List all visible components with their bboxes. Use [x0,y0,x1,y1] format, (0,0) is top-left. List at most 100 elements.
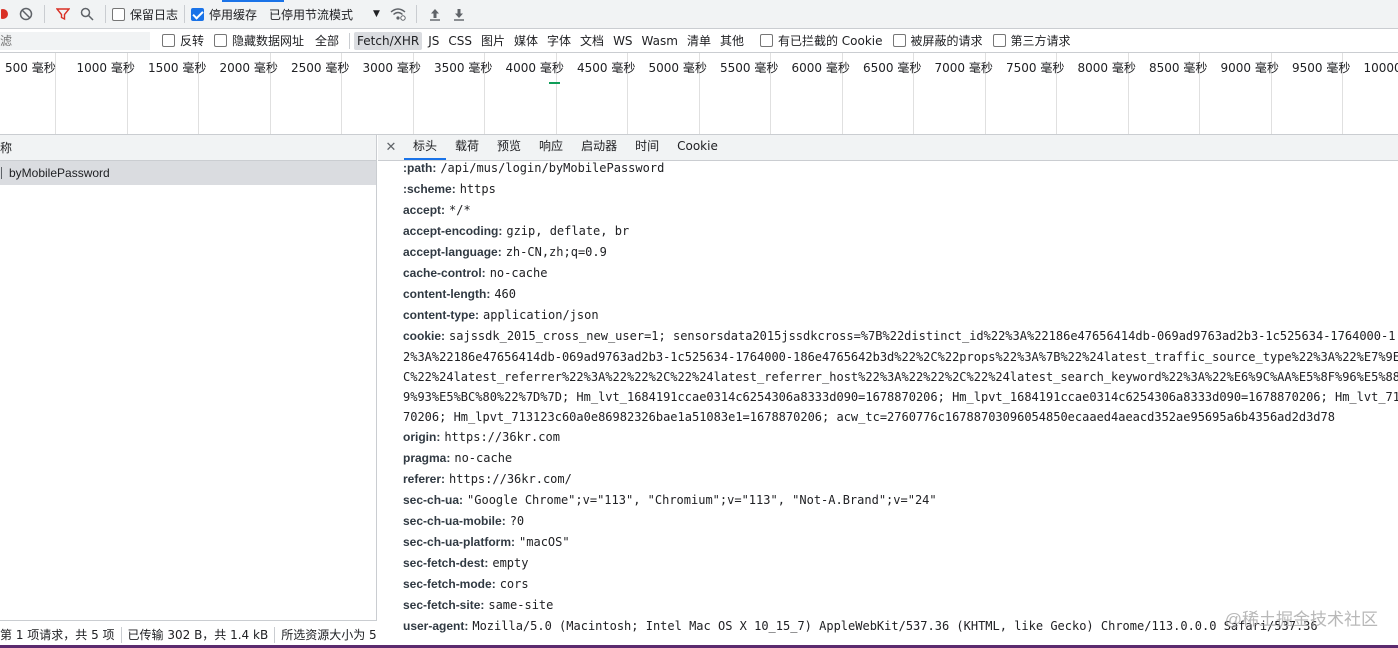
timeline-tick-label: 10000 毫秒 [1363,61,1398,75]
filter-input[interactable] [0,31,150,50]
header-name: cache-control: [403,266,486,280]
preserve-log-checkbox[interactable]: 保留日志 [112,0,178,29]
tab-initiator[interactable]: 启动器 [572,135,626,160]
timeline-request-bar [549,82,560,84]
hide-data-urls-checkbox[interactable]: 隐藏数据网址 [214,32,304,49]
type-filter-wasm[interactable]: Wasm [639,32,681,50]
header-value: empty [492,556,529,570]
checkbox-icon[interactable] [214,34,228,47]
header-row: origin: https://36kr.com [403,430,1398,451]
timeline-tick-label: 3500 毫秒 [434,61,493,75]
checkbox-icon[interactable] [112,7,125,21]
header-row: content-type: application/json [403,308,1398,329]
type-filter-js[interactable]: JS [425,32,442,50]
name-column-header[interactable]: 称 [0,135,376,161]
header-value: https://36kr.com [444,430,560,444]
checkbox-icon[interactable] [992,34,1006,47]
timeline-tick-label: 9500 毫秒 [1292,61,1351,75]
timeline-tick-label: 3000 毫秒 [362,61,421,75]
type-filter-doc[interactable]: 文档 [577,30,607,51]
type-filter-all[interactable]: 全部 [312,30,342,51]
record-icon[interactable] [0,2,14,26]
type-filter-fetch-xhr[interactable]: Fetch/XHR [354,31,423,50]
type-filter-ws[interactable]: WS [610,32,635,50]
tab-preview[interactable]: 预览 [488,135,530,160]
checkbox-icon[interactable] [162,34,175,47]
timeline-tick-label: 4500 毫秒 [577,61,636,75]
filter-icon[interactable] [51,2,75,26]
disable-cache-checkbox[interactable]: 停用缓存 [191,0,257,29]
timeline-tick-label: 6000 毫秒 [791,61,850,75]
header-value: https [459,182,496,196]
close-icon[interactable]: ✕ [378,135,404,160]
timeline-tick-label: 2500 毫秒 [291,61,350,75]
toolbar-divider [415,5,417,23]
header-row: sec-fetch-dest: empty [403,556,1398,577]
header-value: cors [499,577,529,591]
network-overview-timeline[interactable]: 500 毫秒 1000 毫秒 1500 毫秒 2000 毫秒 2500 毫秒 3000 毫… [0,53,1398,135]
header-name: sec-fetch-mode: [403,577,496,591]
checkbox-checked-icon[interactable] [191,7,205,21]
header-name: content-length: [403,287,491,301]
request-headers-list: :path:/api/mus/login/byMobilePassword:sc… [403,161,1398,640]
blocked-requests-checkbox[interactable]: 被屏蔽的请求 [892,32,983,49]
tab-headers[interactable]: 标头 [404,135,447,160]
type-filter-manifest[interactable]: 清单 [684,30,714,51]
timeline-tick-label: 9000 毫秒 [1220,61,1279,75]
status-requests: 第 1 项请求，共 5 项 [0,626,122,643]
header-name: sec-ch-ua: [403,493,464,507]
timeline-tick-label: 2000 毫秒 [219,61,278,75]
checkbox-icon[interactable] [759,34,773,47]
header-row: sec-fetch-mode: cors [403,577,1398,598]
header-value: ?0 [509,514,525,528]
header-value: https://36kr.com/ [449,472,572,486]
header-value: no-cache [454,451,513,465]
request-name: byMobilePassword [9,166,110,180]
clear-icon[interactable] [14,2,38,26]
type-filter-css[interactable]: CSS [445,32,475,50]
export-har-icon[interactable] [447,2,471,26]
tab-timing[interactable]: 时间 [626,135,668,160]
tab-cookies[interactable]: Cookie [668,135,727,160]
tab-response[interactable]: 响应 [530,135,572,160]
header-name: accept-language: [403,245,502,259]
blocked-requests-label: 被屏蔽的请求 [910,34,983,48]
header-value: no-cache [489,266,548,280]
header-row: pragma: no-cache [403,451,1398,472]
header-value: same-site [488,598,554,612]
timeline-tick-label: 7000 毫秒 [934,61,993,75]
type-filter-other[interactable]: 其他 [717,30,747,51]
header-row: sec-ch-ua-mobile: ?0 [403,514,1398,535]
type-filter-img[interactable]: 图片 [478,30,508,51]
import-har-icon[interactable] [423,2,447,26]
network-conditions-icon[interactable] [386,2,410,26]
header-value: */* [449,203,471,217]
tab-payload[interactable]: 载荷 [446,135,488,160]
header-name: sec-fetch-site: [403,598,485,612]
header-name: cookie: [403,329,446,343]
request-list-pane: 称 byMobilePassword 第 1 项请求，共 5 项 已传输 302… [0,135,377,648]
header-row: cookie: sajssdk_2015_cross_new_user=1; se… [403,329,1398,350]
chevron-down-icon: ▼ [373,9,380,19]
invert-checkbox[interactable]: 反转 [162,32,204,49]
type-filter-media[interactable]: 媒体 [511,30,541,51]
header-value: zh-CN,zh;q=0.9 [505,245,607,259]
blocked-cookies-checkbox[interactable]: 有已拦截的 Cookie [759,32,883,49]
header-row: :scheme: https [403,182,1398,203]
header-value: Mozilla/5.0 (Macintosh; Intel Mac OS X 1… [472,619,1318,633]
throttle-select[interactable]: 已停用节流模式 ▼ [269,0,380,29]
search-icon[interactable] [75,2,99,26]
hide-data-urls-label: 隐藏数据网址 [232,34,305,48]
blocked-cookies-label: 有已拦截的 Cookie [777,34,883,48]
type-filter-font[interactable]: 字体 [544,30,574,51]
checkbox-icon[interactable] [892,34,906,47]
third-party-checkbox[interactable]: 第三方请求 [992,32,1071,49]
header-row: cache-control: no-cache [403,266,1398,287]
status-resources: 所选资源大小为 5 [281,627,377,642]
cookie-value-continued: 9%93%E5%BC%80%22%7D%7D; Hm_lvt_1684191cc… [403,390,1398,404]
cookie-value-continued: 70206; Hm_lpvt_713123c60a0e86982326bae1a… [403,410,1335,424]
header-row: referer: https://36kr.com/ [403,472,1398,493]
request-row[interactable]: byMobilePassword [0,161,376,185]
toolbar-divider [105,5,106,23]
cookie-value-continued: C%22%24latest_referrer%22%3A%22%22%2C%22… [403,370,1398,384]
